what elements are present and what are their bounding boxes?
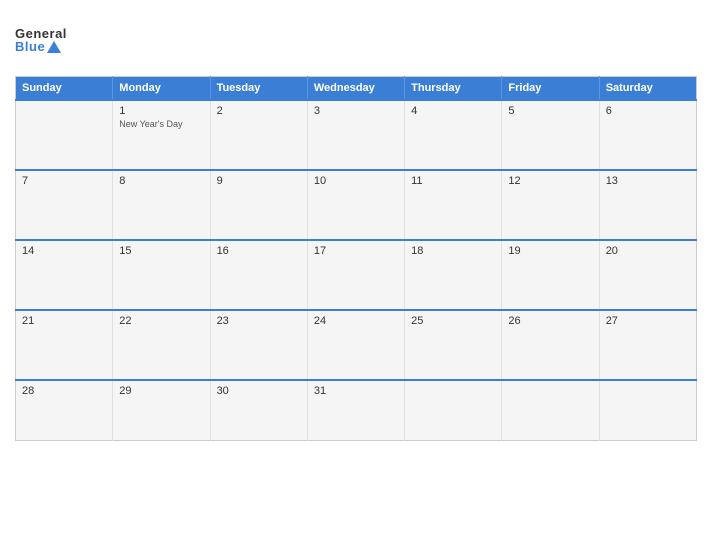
day-number: 16	[217, 245, 301, 257]
calendar-cell	[599, 380, 696, 440]
calendar-cell	[502, 380, 599, 440]
weekday-header-sunday: Sunday	[16, 77, 113, 101]
calendar-cell: 6	[599, 100, 696, 170]
day-number: 11	[411, 175, 495, 187]
logo: General Blue	[15, 27, 67, 53]
calendar-cell: 28	[16, 380, 113, 440]
day-number: 2	[217, 105, 301, 117]
weekday-row: SundayMondayTuesdayWednesdayThursdayFrid…	[16, 77, 697, 101]
day-number: 10	[314, 175, 398, 187]
day-number: 5	[508, 105, 592, 117]
day-number: 4	[411, 105, 495, 117]
calendar-cell: 23	[210, 310, 307, 380]
day-number: 23	[217, 315, 301, 327]
day-number: 8	[119, 175, 203, 187]
day-number: 28	[22, 385, 106, 397]
day-number: 29	[119, 385, 203, 397]
calendar-cell: 30	[210, 380, 307, 440]
logo-triangle-icon	[47, 41, 61, 53]
calendar-cell: 2	[210, 100, 307, 170]
calendar-cell: 4	[405, 100, 502, 170]
calendar-cell: 12	[502, 170, 599, 240]
calendar-header: SundayMondayTuesdayWednesdayThursdayFrid…	[16, 77, 697, 101]
calendar-cell: 25	[405, 310, 502, 380]
calendar-cell: 31	[307, 380, 404, 440]
day-number: 22	[119, 315, 203, 327]
calendar-cell: 7	[16, 170, 113, 240]
calendar-cell: 14	[16, 240, 113, 310]
calendar-week-3: 21 22 23 24 25 26 27	[16, 310, 697, 380]
day-number: 7	[22, 175, 106, 187]
day-number: 18	[411, 245, 495, 257]
day-number: 9	[217, 175, 301, 187]
day-number: 6	[606, 105, 690, 117]
calendar-cell: 3	[307, 100, 404, 170]
day-number: 1	[119, 105, 203, 117]
calendar-cell: 21	[16, 310, 113, 380]
calendar-cell: 1 New Year's Day	[113, 100, 210, 170]
day-number: 17	[314, 245, 398, 257]
weekday-header-monday: Monday	[113, 77, 210, 101]
day-number: 20	[606, 245, 690, 257]
weekday-header-wednesday: Wednesday	[307, 77, 404, 101]
day-number: 25	[411, 315, 495, 327]
weekday-header-friday: Friday	[502, 77, 599, 101]
calendar-cell: 10	[307, 170, 404, 240]
calendar-cell: 8	[113, 170, 210, 240]
calendar-cell: 18	[405, 240, 502, 310]
calendar-cell: 13	[599, 170, 696, 240]
calendar-cell: 11	[405, 170, 502, 240]
calendar-cell: 29	[113, 380, 210, 440]
header: General Blue	[15, 10, 697, 70]
calendar-cell: 9	[210, 170, 307, 240]
weekday-header-tuesday: Tuesday	[210, 77, 307, 101]
day-number: 3	[314, 105, 398, 117]
calendar-table: SundayMondayTuesdayWednesdayThursdayFrid…	[15, 76, 697, 441]
calendar-cell	[405, 380, 502, 440]
day-number: 13	[606, 175, 690, 187]
calendar-cell: 27	[599, 310, 696, 380]
day-number: 26	[508, 315, 592, 327]
calendar-cell: 17	[307, 240, 404, 310]
calendar-cell: 20	[599, 240, 696, 310]
calendar-cell	[16, 100, 113, 170]
calendar-cell: 24	[307, 310, 404, 380]
calendar-cell: 19	[502, 240, 599, 310]
day-number: 24	[314, 315, 398, 327]
calendar-cell: 15	[113, 240, 210, 310]
calendar-cell: 26	[502, 310, 599, 380]
day-number: 15	[119, 245, 203, 257]
calendar-week-1: 7 8 9 10 11 12 13	[16, 170, 697, 240]
logo-blue-text: Blue	[15, 40, 61, 53]
calendar-week-2: 14 15 16 17 18 19 20	[16, 240, 697, 310]
day-number: 30	[217, 385, 301, 397]
day-number: 27	[606, 315, 690, 327]
weekday-header-thursday: Thursday	[405, 77, 502, 101]
holiday-name: New Year's Day	[119, 119, 203, 129]
calendar-cell: 5	[502, 100, 599, 170]
calendar-cell: 22	[113, 310, 210, 380]
day-number: 12	[508, 175, 592, 187]
day-number: 31	[314, 385, 398, 397]
calendar-body: 1New Year's Day2345678910111213141516171…	[16, 100, 697, 440]
calendar-week-0: 1 New Year's Day 2 3 4 5 6	[16, 100, 697, 170]
day-number: 19	[508, 245, 592, 257]
weekday-header-saturday: Saturday	[599, 77, 696, 101]
calendar-cell: 16	[210, 240, 307, 310]
calendar-week-4: 28 29 30 31	[16, 380, 697, 440]
day-number: 21	[22, 315, 106, 327]
page: General Blue SundayMondayTuesdayWednesda…	[0, 0, 712, 550]
day-number: 14	[22, 245, 106, 257]
